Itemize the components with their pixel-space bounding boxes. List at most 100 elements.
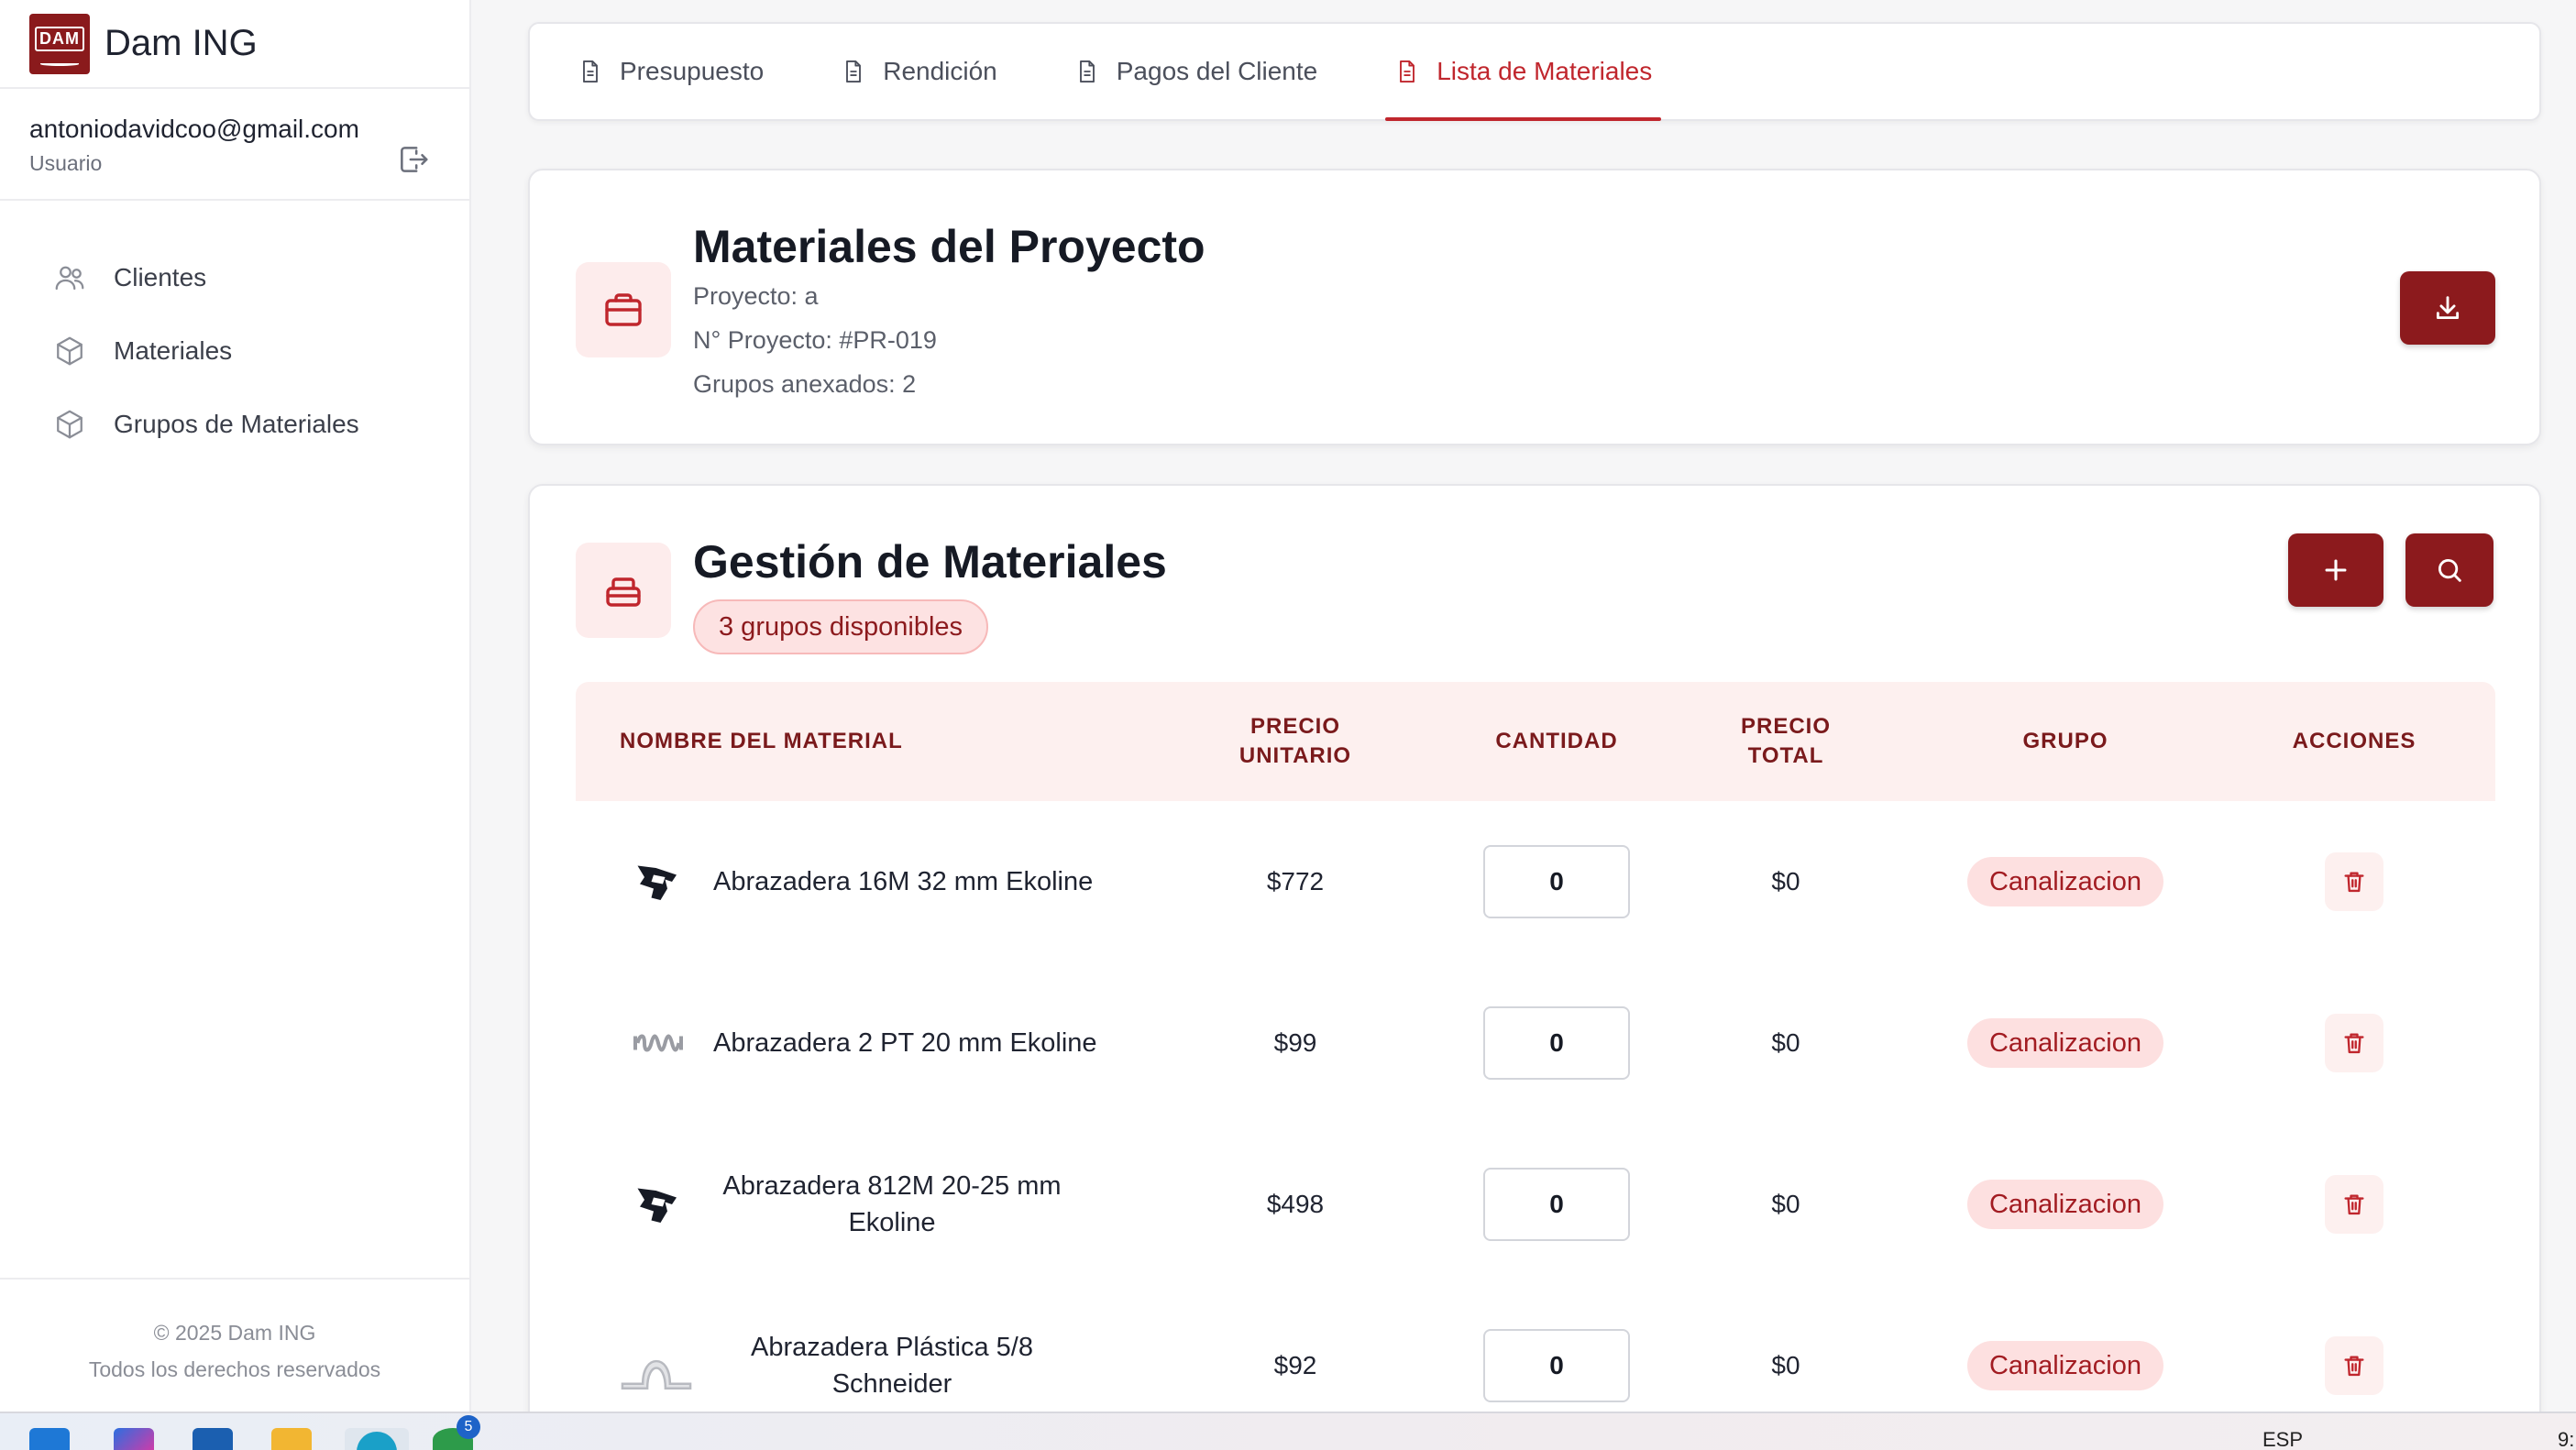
tab-lista-de-materiales[interactable]: Lista de Materiales	[1385, 24, 1662, 121]
unit-price: $99	[1273, 1028, 1317, 1057]
document-icon	[1400, 60, 1415, 83]
delete-button[interactable]	[2325, 852, 2383, 911]
tab-label: Pagos del Cliente	[1116, 57, 1318, 85]
actions-cell	[2272, 1124, 2437, 1285]
group-badge: Canalizacion	[1966, 1180, 2164, 1229]
tab-bar: Presupuesto Rendición Pagos del Cliente …	[528, 22, 2541, 121]
logout-icon[interactable]	[396, 142, 431, 177]
group-cell: Canalizacion	[1951, 1124, 2180, 1285]
brand-name: Dam ING	[105, 23, 258, 63]
column-header-name: NOMBRE DEL MATERIAL	[620, 729, 903, 753]
sidebar-item-label: Clientes	[114, 263, 207, 291]
brand-logo[interactable]: DAM	[29, 13, 90, 74]
trash-icon	[2344, 1033, 2364, 1054]
windows-start-icon[interactable]	[29, 1428, 70, 1450]
clamp-icon	[637, 865, 677, 900]
unit-price: $772	[1266, 867, 1325, 895]
tab-pagos-del-cliente[interactable]: Pagos del Cliente	[1065, 24, 1327, 119]
quantity-input[interactable]: 0	[1483, 845, 1630, 918]
sidebar-nav: Clientes Materiales Grupos de Materiales	[0, 201, 469, 461]
sidebar-item-grupos-de-materiales[interactable]: Grupos de Materiales	[0, 388, 469, 461]
group-badge: Canalizacion	[1966, 1341, 2164, 1390]
copyright-text: © 2025 Dam ING	[153, 1321, 316, 1345]
browser-taskbar-item[interactable]	[345, 1428, 409, 1450]
project-info-card: Materiales del Proyecto Proyecto: a N° P…	[528, 169, 2541, 445]
tab-label: Lista de Materiales	[1437, 57, 1653, 85]
document-icon	[583, 60, 598, 83]
groups-available-badge: 3 grupos disponibles	[693, 599, 989, 654]
quantity-input[interactable]: 0	[1483, 1006, 1630, 1080]
table-row: Abrazadera 2 PT 20 mm Ekoline $99 0 $0 C…	[576, 962, 2495, 1124]
edge-icon	[357, 1432, 397, 1450]
column-header-group: GRUPO	[2022, 729, 2108, 753]
materials-card-title: Gestión de Materiales	[693, 536, 1167, 588]
delete-button[interactable]	[2325, 1014, 2383, 1072]
language-indicator[interactable]: ESP	[2262, 1428, 2303, 1450]
sidebar-footer: © 2025 Dam ING Todos los derechos reserv…	[0, 1278, 469, 1388]
copilot-icon[interactable]	[114, 1428, 154, 1450]
materials-table-header: NOMBRE DEL MATERIAL PRECIO UNITARIO CANT…	[576, 682, 2495, 801]
sidebar: DAM Dam ING antoniodavidcoo@gmail.com Us…	[0, 0, 471, 1412]
column-header-total-price: PRECIO TOTAL	[1740, 714, 1831, 768]
material-name: Abrazadera 2 PT 20 mm Ekoline	[713, 1028, 1097, 1058]
quantity-cell: 0	[1465, 962, 1648, 1124]
brand-logo-swoosh	[40, 62, 79, 66]
column-header-unit-price: PRECIO UNITARIO	[1238, 714, 1352, 768]
sidebar-item-label: Grupos de Materiales	[114, 410, 359, 438]
column-header-quantity: CANTIDAD	[1495, 729, 1618, 753]
trash-icon	[2344, 872, 2364, 893]
folder-icon[interactable]	[271, 1428, 312, 1450]
group-cell: Canalizacion	[1951, 962, 2180, 1124]
unit-price: $498	[1266, 1190, 1325, 1218]
sidebar-item-label: Materiales	[114, 336, 233, 365]
plastic-clamp-icon	[621, 1359, 692, 1390]
attached-groups: Grupos anexados: 2	[693, 370, 917, 398]
store-icon[interactable]	[193, 1428, 233, 1450]
column-header-actions: ACCIONES	[2292, 729, 2416, 753]
add-material-button[interactable]	[2288, 533, 2383, 607]
tab-rendicion[interactable]: Rendición	[831, 24, 1007, 119]
briefcase-icon	[605, 293, 642, 326]
tab-label: Presupuesto	[620, 57, 765, 85]
quantity-cell: 0	[1465, 1124, 1648, 1285]
project-name: Proyecto: a	[693, 282, 819, 310]
actions-cell	[2272, 962, 2437, 1124]
box-icon	[57, 410, 83, 439]
users-icon	[55, 266, 84, 291]
download-icon	[2436, 296, 2460, 320]
trash-icon	[2344, 1356, 2364, 1377]
search-icon	[2438, 558, 2461, 582]
document-icon	[846, 60, 862, 83]
notification-badge: 5	[457, 1415, 480, 1439]
group-badge: Canalizacion	[1966, 1018, 2164, 1068]
clock[interactable]: 9:	[2558, 1428, 2574, 1450]
material-name: Abrazadera 812M 20-25 mm Ekoline	[722, 1171, 1062, 1237]
download-button[interactable]	[2400, 271, 2495, 345]
document-icon	[1079, 60, 1095, 83]
quantity-input[interactable]: 0	[1483, 1168, 1630, 1241]
spring-clamp-icon	[633, 1034, 683, 1052]
box-icon	[57, 336, 83, 366]
rights-text: Todos los derechos reservados	[88, 1357, 381, 1381]
group-cell: Canalizacion	[1951, 801, 2180, 962]
group-badge: Canalizacion	[1966, 857, 2164, 906]
app-icon[interactable]: 5	[433, 1415, 480, 1450]
quantity-cell: 0	[1465, 801, 1648, 962]
total-price: $0	[1771, 867, 1800, 895]
project-card-title: Materiales del Proyecto	[693, 221, 1205, 272]
project-icon-box	[576, 262, 671, 357]
clamp-icon	[637, 1188, 677, 1223]
tab-presupuesto[interactable]: Presupuesto	[568, 24, 773, 119]
tab-label: Rendición	[883, 57, 997, 85]
brand-header: DAM Dam ING	[0, 0, 469, 89]
actions-cell	[2272, 801, 2437, 962]
sidebar-item-materiales[interactable]: Materiales	[0, 314, 469, 388]
search-button[interactable]	[2405, 533, 2493, 607]
sidebar-item-clientes[interactable]: Clientes	[0, 241, 469, 314]
table-row: Abrazadera 812M 20-25 mm Ekoline $498 0 …	[576, 1124, 2495, 1285]
delete-button[interactable]	[2325, 1336, 2383, 1395]
delete-button[interactable]	[2325, 1175, 2383, 1234]
quantity-input[interactable]: 0	[1483, 1329, 1630, 1402]
user-email: antoniodavidcoo@gmail.com	[29, 115, 359, 143]
brand-logo-text: DAM	[35, 27, 84, 51]
